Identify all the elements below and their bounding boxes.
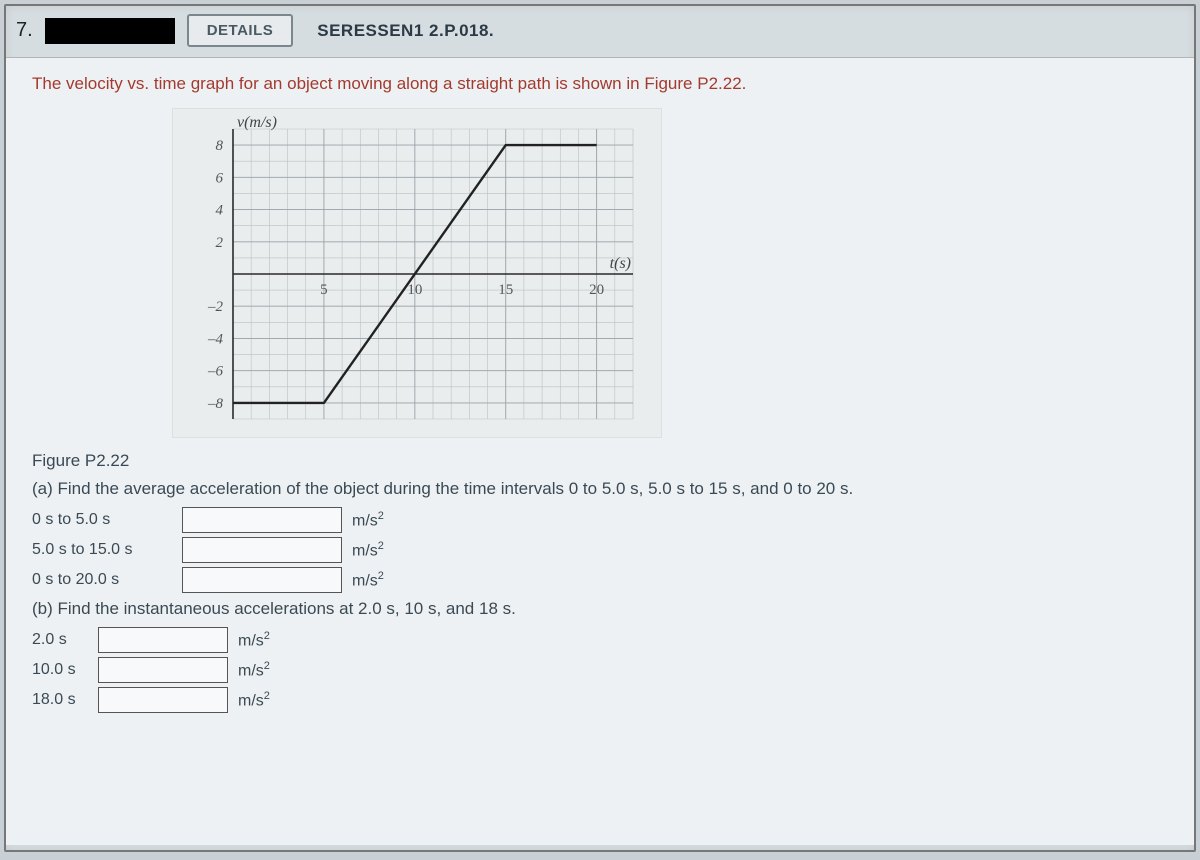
part-b-text: (b) Find the instantaneous accelerations… [32,599,1172,619]
question-content: The velocity vs. time graph for an objec… [6,57,1194,845]
redacted-box [45,18,175,44]
interval-label: 5.0 s to 15.0 s [32,541,172,559]
answer-input[interactable] [182,567,342,593]
unit-label: m/s2 [352,540,384,560]
question-number: 7. [16,19,33,42]
interval-label: 2.0 s [32,631,88,649]
answer-row: 18.0 s m/s2 [32,687,1172,713]
answer-input[interactable] [98,657,228,683]
answer-row: 0 s to 5.0 s m/s2 [32,507,1172,533]
unit-label: m/s2 [238,630,270,650]
svg-text:5: 5 [320,282,328,298]
answer-row: 5.0 s to 15.0 s m/s2 [32,537,1172,563]
question-prompt: The velocity vs. time graph for an objec… [32,74,1172,94]
answer-input[interactable] [182,537,342,563]
svg-text:–4: –4 [207,331,224,347]
svg-text:–6: –6 [207,364,224,380]
unit-label: m/s2 [238,690,270,710]
svg-text:t(s): t(s) [610,255,631,272]
interval-label: 18.0 s [32,691,88,709]
svg-text:2: 2 [216,235,224,251]
interval-label: 0 s to 20.0 s [32,571,172,589]
answer-row: 10.0 s m/s2 [32,657,1172,683]
question-header: 7. DETAILS SERESSEN1 2.P.018. [6,6,1194,57]
svg-text:–2: –2 [207,299,224,315]
svg-text:v(m/s): v(m/s) [237,114,277,131]
svg-text:8: 8 [216,138,224,154]
interval-label: 10.0 s [32,661,88,679]
svg-text:–8: –8 [207,396,224,412]
unit-label: m/s2 [352,570,384,590]
question-container: 7. DETAILS SERESSEN1 2.P.018. The veloci… [4,4,1196,852]
svg-text:6: 6 [216,170,224,186]
velocity-time-chart: –8 –6 –4 –2 2 4 6 8 5 10 15 20 v(m/s) t(s) [172,108,662,438]
details-button[interactable]: DETAILS [187,14,294,47]
answer-row: 2.0 s m/s2 [32,627,1172,653]
svg-text:15: 15 [498,282,513,298]
unit-label: m/s2 [238,660,270,680]
svg-text:4: 4 [216,203,224,219]
svg-text:10: 10 [407,282,422,298]
figure-caption: Figure P2.22 [32,451,1172,471]
answer-input[interactable] [98,687,228,713]
part-a-text: (a) Find the average acceleration of the… [32,479,1172,499]
source-code: SERESSEN1 2.P.018. [317,21,494,41]
answer-input[interactable] [98,627,228,653]
figure-wrap: –8 –6 –4 –2 2 4 6 8 5 10 15 20 v(m/s) t(s) [172,108,1172,443]
unit-label: m/s2 [352,510,384,530]
interval-label: 0 s to 5.0 s [32,511,172,529]
svg-text:20: 20 [589,282,604,298]
answer-input[interactable] [182,507,342,533]
answer-row: 0 s to 20.0 s m/s2 [32,567,1172,593]
